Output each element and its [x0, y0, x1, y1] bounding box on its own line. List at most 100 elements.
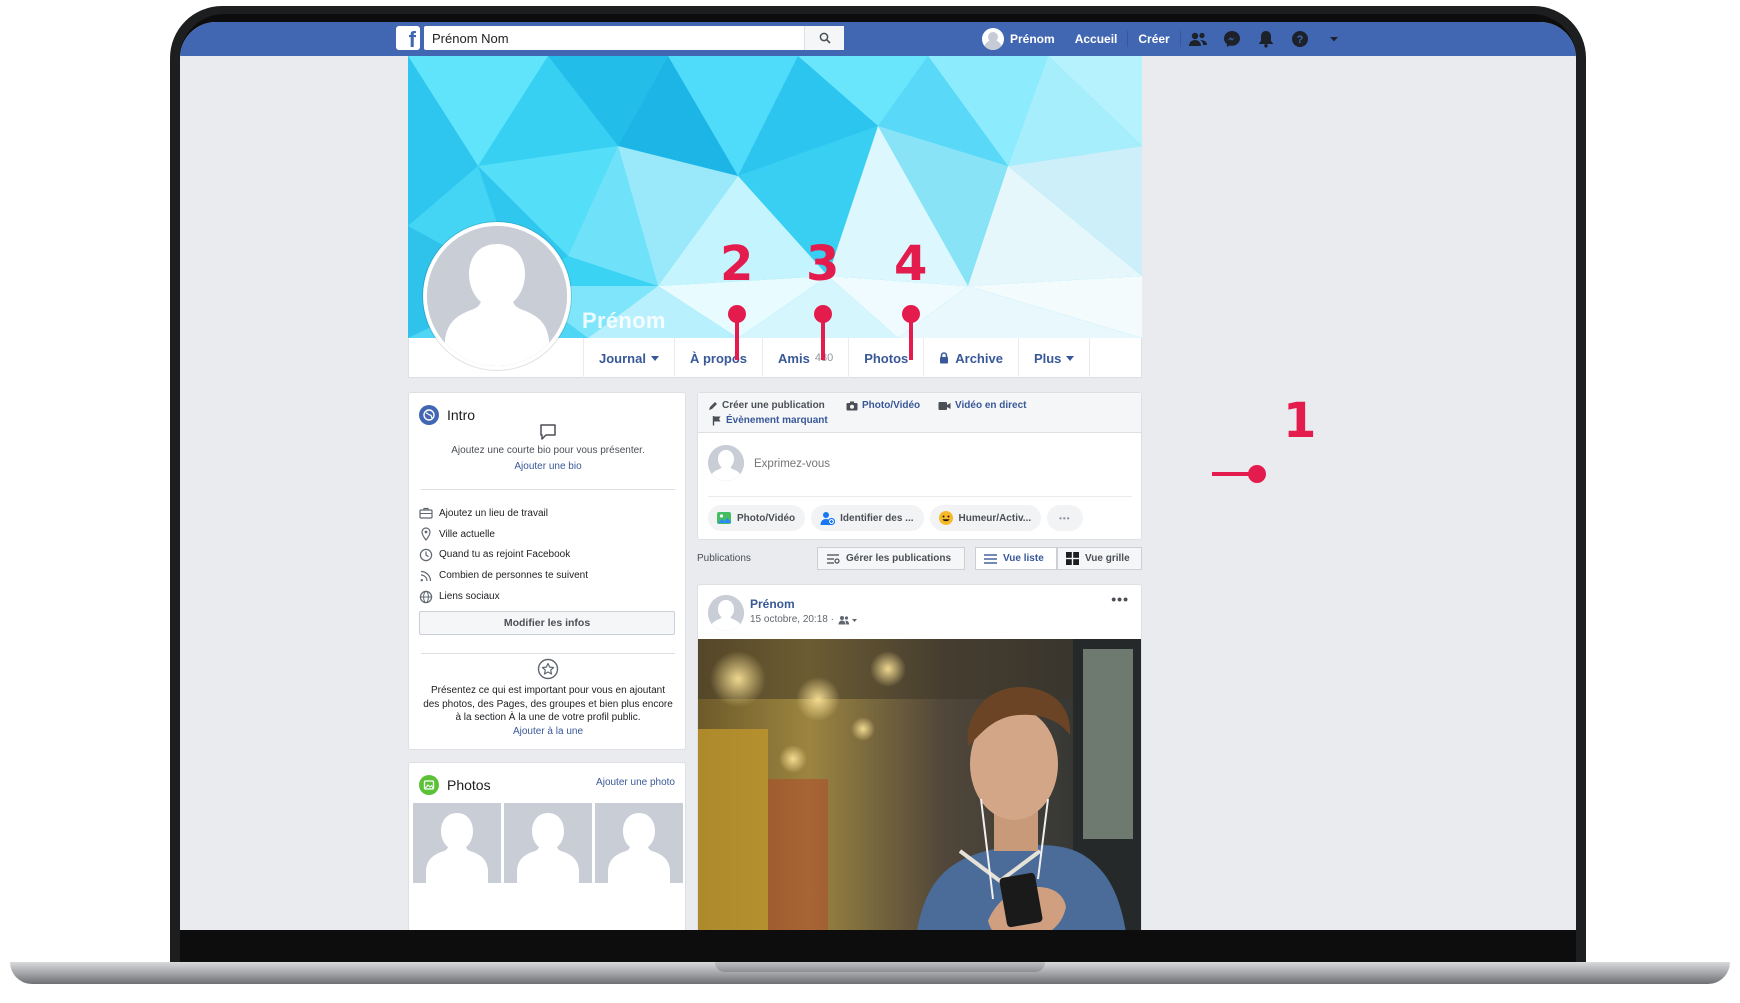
post-card: Prénom 15 octobre, 20:18 · ••• [697, 584, 1142, 930]
post-timestamp[interactable]: 15 octobre, 20:18 · [750, 614, 834, 625]
life-event-label: Évènement marquant [726, 415, 828, 426]
avatar [982, 28, 1004, 50]
add-featured-link[interactable]: Ajouter à la une [409, 726, 687, 737]
nav-user-name: Prénom [1010, 32, 1055, 46]
publications-label: Publications [697, 553, 751, 564]
feeling-activity-button-label: Humeur/Activ... [958, 512, 1032, 524]
photos-title-text: Photos [447, 777, 491, 793]
speech-bubble-icon [540, 424, 556, 440]
info-workplace: Ajoutez un lieu de travail [439, 507, 548, 519]
tab-about[interactable]: À propos [673, 338, 762, 378]
composer-actions: Photo/Vidéo Identifier des ... Humeur/Ac… [708, 505, 1083, 531]
photo-video-button[interactable]: Photo/Vidéo [708, 505, 806, 531]
edit-info-button[interactable]: Modifier les infos [419, 611, 675, 635]
annotation-number-2: 2 [720, 236, 754, 292]
default-avatar-silhouette-icon [427, 226, 567, 366]
tab-friends-label: Amis [778, 350, 810, 366]
clock-icon [419, 548, 433, 562]
list-view-button[interactable]: Vue liste [975, 547, 1057, 570]
help-icon[interactable]: ? [1283, 30, 1317, 48]
person-with-phone-on-train-image [698, 639, 1141, 930]
add-photo-link[interactable]: Ajouter une photo [596, 777, 675, 788]
manage-posts-button[interactable]: Gérer les publications [817, 547, 965, 570]
live-video-label: Vidéo en direct [955, 400, 1027, 411]
life-event-tab[interactable]: Évènement marquant [712, 415, 828, 426]
lock-icon [940, 352, 949, 364]
tab-journal[interactable]: Journal [583, 338, 674, 378]
list-icon [984, 553, 997, 564]
list-item[interactable]: Liens sociaux [419, 586, 588, 607]
location-pin-icon [421, 527, 431, 542]
list-item[interactable]: Combien de personnes te suivent [419, 565, 588, 586]
screen: f Prénom Accueil Créer [180, 22, 1576, 930]
photos-card: Photos Ajouter une photo [408, 762, 686, 930]
featured-section: Présentez ce qui est important pour vous… [409, 658, 687, 737]
briefcase-icon [419, 508, 433, 519]
star-badge-icon [537, 658, 559, 680]
intro-title-text: Intro [447, 407, 476, 423]
friend-requests-icon[interactable] [1181, 31, 1215, 47]
photo-icon [717, 512, 731, 524]
photo-thumbnail[interactable] [504, 803, 592, 883]
status-input[interactable] [754, 453, 1124, 475]
annotation-pin-3 [821, 318, 825, 360]
composer-header: Créer une publication Photo/Vidéo Vidéo … [698, 393, 1141, 433]
search-input[interactable] [424, 26, 844, 50]
list-item[interactable]: Ville actuelle [419, 524, 588, 545]
notifications-bell-icon[interactable] [1249, 30, 1283, 48]
search-icon [819, 32, 831, 44]
add-bio-link[interactable]: Ajouter une bio [409, 461, 687, 472]
chevron-down-icon [1066, 355, 1075, 361]
nav-home-link[interactable]: Accueil [1065, 31, 1129, 47]
camera-icon [846, 401, 858, 410]
smiley-icon [938, 511, 953, 525]
cover-profile-name: Prénom [582, 308, 666, 333]
more-options-button[interactable]: ••• [1047, 505, 1083, 531]
account-menu-chevron-down-icon[interactable] [1317, 35, 1351, 43]
photo-video-tab[interactable]: Photo/Vidéo [846, 400, 920, 411]
live-video-tab[interactable]: Vidéo en direct [938, 400, 1027, 411]
friends-audience-icon[interactable] [838, 615, 858, 625]
profile-picture[interactable] [423, 222, 571, 370]
flag-icon [712, 416, 721, 426]
laptop-base-notch [715, 962, 1045, 972]
post-options-button[interactable]: ••• [1111, 591, 1129, 607]
grid-view-button[interactable]: Vue grille [1057, 547, 1142, 570]
facebook-logo-icon[interactable]: f [396, 26, 420, 50]
globe-icon [419, 405, 439, 425]
list-item[interactable]: Quand tu as rejoint Facebook [419, 545, 588, 566]
photo-thumbnail[interactable] [595, 803, 683, 883]
search-button[interactable] [804, 26, 844, 50]
avatar [708, 445, 744, 481]
manage-posts-label: Gérer les publications [846, 553, 952, 564]
tag-friends-button[interactable]: Identifier des ... [811, 505, 924, 531]
annotation-pin-2 [735, 318, 739, 360]
avatar[interactable] [708, 595, 744, 631]
create-post-tab[interactable]: Créer une publication [708, 400, 825, 411]
messenger-icon[interactable] [1215, 30, 1249, 48]
nav-create-link[interactable]: Créer [1128, 31, 1181, 47]
feeling-activity-button[interactable]: Humeur/Activ... [929, 505, 1042, 531]
post-photo[interactable] [698, 639, 1141, 930]
annotation-number-3: 3 [806, 236, 840, 292]
tab-archive[interactable]: Archive [923, 338, 1018, 378]
photo-thumbnails [413, 803, 683, 883]
annotation-line-1 [1212, 472, 1252, 476]
globe-icon [419, 590, 433, 603]
filter-settings-icon [827, 553, 840, 564]
nav-profile-link[interactable]: Prénom [972, 28, 1065, 50]
photo-thumbnail[interactable] [413, 803, 501, 883]
post-author-link[interactable]: Prénom [750, 597, 795, 611]
info-current-city: Ville actuelle [439, 528, 495, 540]
tab-photos-label: Photos [864, 350, 909, 366]
list-item[interactable]: Ajoutez un lieu de travail [419, 503, 588, 524]
tab-more-label: Plus [1033, 350, 1062, 366]
tab-friends[interactable]: Amis 480 [762, 338, 848, 378]
tab-more[interactable]: Plus [1017, 338, 1091, 378]
tab-archive-label: Archive [955, 350, 1003, 366]
more-dots-icon: ••• [1059, 513, 1071, 523]
annotation-number-4: 4 [894, 236, 928, 292]
tab-journal-label: Journal [599, 350, 646, 366]
intro-info-list: Ajoutez un lieu de travail Ville actuell… [419, 503, 588, 607]
list-view-label: Vue liste [1003, 553, 1044, 564]
